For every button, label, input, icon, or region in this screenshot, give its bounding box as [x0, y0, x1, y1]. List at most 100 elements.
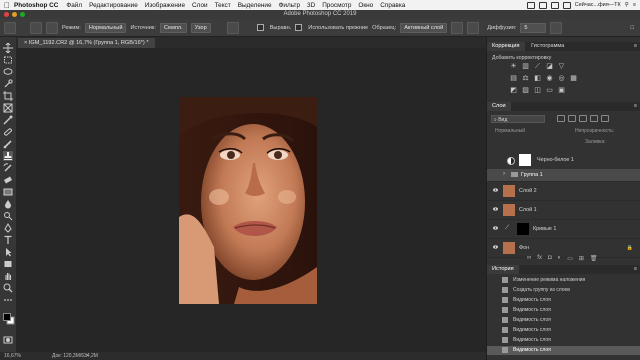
zoom-tool-icon[interactable] [3, 283, 13, 293]
brush-settings-icon[interactable] [46, 21, 58, 34]
menu-select[interactable]: Выделение [238, 2, 272, 9]
tab-history[interactable]: История [487, 265, 519, 274]
layers-menu-icon[interactable]: ≡ [634, 102, 637, 111]
wifi-icon[interactable] [550, 1, 559, 9]
menu-window[interactable]: Окно [358, 2, 373, 9]
lock-icons[interactable] [495, 139, 545, 144]
threshold-icon[interactable]: ◫ [533, 87, 542, 95]
document-tab[interactable]: × IGM_1192.CR2 @ 16,7% (Группа 1, RGB/16… [18, 38, 155, 48]
menu-layers[interactable]: Слои [192, 2, 208, 9]
apple-icon[interactable]:  [0, 1, 14, 10]
screen-icon[interactable] [526, 1, 535, 9]
fx-icon[interactable]: fx [537, 255, 542, 262]
color-swatches-icon[interactable] [3, 313, 15, 325]
tab-histogram[interactable]: Гистограмма [526, 42, 569, 51]
mode-dropdown[interactable]: Нормальный [84, 22, 127, 33]
menu-filter[interactable]: Фильтр [279, 2, 300, 9]
document-photo[interactable] [179, 97, 317, 304]
rectangle-tool-icon[interactable] [3, 259, 13, 269]
filter-type-icon[interactable] [579, 115, 587, 122]
clone-stamp-tool-icon[interactable] [3, 151, 13, 161]
visibility-empty[interactable] [493, 157, 498, 161]
quick-select-tool-icon[interactable] [3, 79, 13, 89]
menu-help[interactable]: Справка [380, 2, 405, 9]
history-menu-icon[interactable]: ≡ [634, 265, 637, 274]
quick-mask-icon[interactable] [3, 335, 13, 345]
close-window-button[interactable] [4, 12, 9, 17]
add-mask-icon[interactable]: ◘ [548, 255, 552, 262]
posterize-icon[interactable]: ▨ [521, 87, 530, 95]
pattern-picker[interactable] [226, 21, 239, 34]
zoom-level[interactable]: 16,67% [4, 352, 21, 360]
channel-mixer-icon[interactable]: ◎ [557, 75, 566, 83]
filter-smart-icon[interactable] [601, 115, 609, 122]
document-info[interactable]: Док: 120,3М/634,2М [52, 352, 98, 360]
brush-tool-icon[interactable] [3, 139, 13, 149]
blend-mode-dropdown[interactable]: Нормальный [495, 128, 525, 134]
group-expand-icon[interactable]: › [503, 171, 505, 177]
zoom-window-button[interactable] [20, 12, 25, 17]
levels-icon[interactable]: ▥ [521, 63, 530, 71]
filter-pixel-icon[interactable] [557, 115, 565, 122]
move-tool-icon[interactable] [3, 42, 13, 54]
history-item[interactable]: Видимость слоя [487, 336, 640, 345]
vibrance-icon[interactable]: ▽ [557, 63, 566, 71]
type-tool-icon[interactable] [3, 235, 13, 245]
menu-image[interactable]: Изображение [145, 2, 185, 9]
healing-brush-tool-icon[interactable] [3, 127, 13, 137]
more-tools-icon[interactable] [3, 295, 13, 305]
marquee-tool-icon[interactable] [3, 55, 13, 65]
blur-tool-icon[interactable] [3, 199, 13, 209]
lock-icon[interactable]: 🔒 [627, 245, 633, 251]
minimize-window-button[interactable] [12, 12, 17, 17]
source-pattern-button[interactable]: Узор [190, 22, 211, 33]
brush-picker[interactable] [30, 21, 42, 34]
exposure-icon[interactable]: ◪ [545, 63, 554, 71]
photo-filter-icon[interactable]: ◉ [545, 75, 554, 83]
eye-icon[interactable] [493, 245, 498, 249]
sample-dropdown[interactable]: Активный слой [400, 22, 448, 33]
color-balance-icon[interactable]: ⚖ [521, 75, 530, 83]
legacy-checkbox[interactable] [295, 24, 303, 31]
eyedropper-tool-icon[interactable] [3, 115, 13, 125]
history-item[interactable]: Видимость слоя [487, 316, 640, 325]
history-item[interactable]: Видимость слоя [487, 306, 640, 315]
new-group-icon[interactable]: ▭ [567, 255, 573, 262]
history-item-active[interactable]: Видимость слоя [487, 346, 640, 355]
hue-saturation-icon[interactable]: ▤ [509, 75, 518, 83]
share-icon[interactable]: □ [631, 25, 634, 31]
layer-row[interactable]: Слой 2 [487, 182, 640, 201]
brightness-contrast-icon[interactable]: ☀ [509, 63, 518, 71]
eye-icon[interactable] [493, 207, 498, 211]
tab-adjustments[interactable]: Коррекция [487, 42, 525, 51]
brush-angle-icon[interactable] [550, 21, 563, 34]
menu-edit[interactable]: Редактирование [89, 2, 138, 9]
search-icon[interactable]: ⚲ [625, 2, 629, 8]
eye-icon[interactable] [493, 188, 498, 192]
trash-icon[interactable]: 🗑 [590, 255, 598, 262]
pen-tool-icon[interactable] [3, 223, 13, 233]
history-brush-tool-icon[interactable] [3, 163, 13, 173]
curves-icon[interactable]: ⟋ [533, 63, 542, 71]
hand-tool-icon[interactable] [3, 271, 13, 281]
selective-color-icon[interactable]: ▣ [557, 87, 566, 95]
layer-name[interactable]: Кривые 1 [533, 226, 556, 232]
menu-list-icon[interactable]: ≡ [633, 2, 636, 8]
layer-filter-dropdown[interactable]: ⌕ Вид [491, 115, 545, 123]
pressure-icon[interactable] [467, 21, 480, 34]
layer-row[interactable]: Черно-белое 1 [487, 151, 640, 170]
history-item[interactable]: Создать группу из слоев [487, 286, 640, 295]
tab-layers[interactable]: Слои [487, 102, 511, 111]
source-sampled-button[interactable]: Семпл. [159, 22, 187, 33]
battery-icon[interactable] [562, 1, 571, 9]
app-menu[interactable]: Photoshop CC [14, 2, 58, 9]
crop-tool-icon[interactable] [3, 91, 13, 101]
diffusion-field[interactable]: 5 [520, 22, 547, 33]
eye-icon[interactable] [493, 226, 498, 230]
black-white-icon[interactable]: ◧ [533, 75, 542, 83]
filter-adjustment-icon[interactable] [568, 115, 576, 122]
layer-mask-thumb[interactable] [517, 223, 529, 235]
gradient-map-icon[interactable]: ▭ [545, 87, 554, 95]
layer-row[interactable]: Слой 1 [487, 201, 640, 220]
eraser-tool-icon[interactable] [3, 175, 13, 185]
